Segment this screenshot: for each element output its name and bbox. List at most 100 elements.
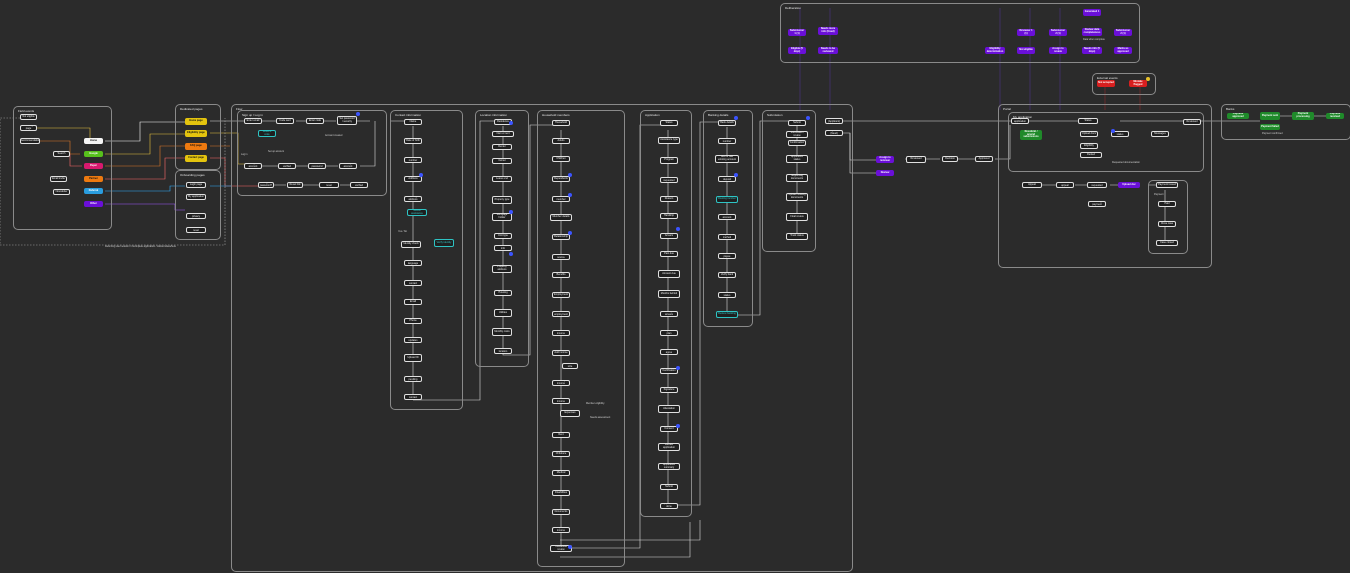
deliberation-node-assign-review[interactable]: Assign to review (1049, 47, 1067, 54)
banking-add-or-existing[interactable]: Add or use existing account (715, 155, 739, 163)
portal-upload-docs[interactable]: Upload docs (1080, 131, 1098, 137)
portal-awaiting-payment[interactable]: Awaiting payment (1088, 201, 1106, 207)
banking-confirm-account[interactable]: Confirm account (718, 214, 736, 220)
portal-paid[interactable]: Paid (1158, 201, 1176, 207)
household-relationship[interactable]: Relationship (552, 234, 570, 240)
dedicated-faq-page[interactable]: FAQ page (185, 143, 207, 150)
flow-approved[interactable]: Approved (975, 156, 993, 162)
identity-pending[interactable]: Verification pending (404, 376, 422, 382)
identity-language[interactable]: Preferred language (404, 260, 422, 266)
application-attestation[interactable]: Attestation (658, 405, 680, 413)
household-rent[interactable]: Rent (552, 432, 570, 438)
identity-check[interactable]: Identity check (401, 241, 421, 248)
onboarding-password-reset[interactable]: Password reset (186, 227, 206, 233)
banking-direct-deposit[interactable]: Direct deposit (718, 176, 736, 182)
household-member-details[interactable]: Member details (550, 214, 572, 221)
input-node-newsletter[interactable]: Newsletter (53, 189, 70, 195)
signup-resend-code[interactable]: Resend code (258, 130, 276, 137)
input-node-not-eligible[interactable]: Not eligible (20, 114, 37, 120)
identity-review-contact[interactable]: Review contact (404, 394, 422, 400)
household-income-source[interactable]: Income source (552, 254, 570, 260)
signup-set-password[interactable]: Set password / security (337, 116, 357, 125)
channel-other[interactable]: Other (84, 201, 103, 207)
application-signature[interactable]: Signature (660, 387, 678, 393)
dedicated-contact-page[interactable]: Contact page (185, 155, 207, 162)
portal-denied[interactable]: Denied (1080, 152, 1102, 158)
signup-forgot-password[interactable]: Forgot password? (258, 182, 274, 188)
onboarding-login-page[interactable]: Login page (186, 182, 206, 188)
input-node-search[interactable]: Search (53, 151, 70, 157)
channel-referral[interactable]: Referral (84, 188, 103, 194)
signup-verify-account[interactable]: Verify account (339, 163, 357, 169)
portal-messages[interactable]: Messages (1151, 131, 1169, 137)
bank-payment-processing[interactable]: Payment processing (1292, 112, 1314, 120)
submission-supporting-docs[interactable]: Supporting documents (786, 174, 808, 182)
location-renter[interactable]: Renter (492, 144, 512, 150)
portal-eligibility[interactable]: Eligibility (1080, 143, 1098, 149)
household-children[interactable]: Children (552, 156, 570, 162)
household-self-employment[interactable]: Self employment (552, 311, 570, 317)
banking-review[interactable]: Review banking (716, 311, 738, 318)
flow-rejected[interactable]: Rejected (fraud) (825, 130, 843, 136)
submission-final-review[interactable]: Final review (786, 213, 808, 221)
household-monthly-income[interactable]: Monthly income (552, 380, 570, 386)
deliberation-node-marks-approved[interactable]: Marks as approved (1114, 47, 1132, 54)
household-disabilities[interactable]: Disabilities (552, 490, 570, 496)
portal-payment-issued[interactable]: Payment issued (1156, 182, 1178, 188)
input-node-landing-page[interactable]: Landing page (20, 125, 37, 131)
location-utilities[interactable]: Utilities (494, 309, 512, 317)
application-payment-plan[interactable]: Payment plan (660, 330, 678, 336)
identity-mailing[interactable]: Mailing address (404, 196, 422, 202)
application-assistance-type[interactable]: Assistance type (658, 137, 680, 144)
household-childcare[interactable]: Childcare (552, 451, 570, 457)
location-lease-end[interactable]: Lease end (492, 176, 512, 182)
application-hardship[interactable]: Hardship (660, 213, 678, 219)
location-review[interactable]: Review location (494, 348, 512, 354)
portal-status[interactable]: Status (1078, 118, 1098, 124)
channel-home[interactable]: Home (84, 138, 103, 144)
deliberation-node-reviewer[interactable]: Reviewer 1 (1) (1017, 29, 1035, 36)
application-summary[interactable]: Application summary (658, 463, 680, 470)
banking-routing-number[interactable]: Routing number (716, 196, 738, 203)
portal-case-closed[interactable]: Case closed (1156, 240, 1178, 246)
signup-email-verified-2[interactable]: Email verified (350, 182, 368, 188)
location-property-address[interactable]: Property address (492, 265, 512, 273)
household-add-member[interactable]: Add member (552, 196, 570, 202)
application-past-due[interactable]: Past due (660, 251, 678, 257)
household-employment[interactable]: Employment (552, 292, 570, 298)
dedicated-eligibility-page[interactable]: Eligibility page (185, 130, 207, 137)
application-months-behind[interactable]: Months behind (658, 290, 680, 298)
channel-google[interactable]: Google (84, 151, 103, 157)
deliberation-node-submission-1[interactable]: Submission 1 (1) (788, 29, 806, 36)
banking-payment-method[interactable]: Payment method (718, 234, 736, 240)
location-property-type[interactable]: Property type (492, 196, 512, 204)
external-node-mistake-flagged[interactable]: Mistake flagged (1129, 80, 1147, 87)
signup-enter-password[interactable]: Enter password (308, 163, 326, 169)
identity-verify[interactable]: Verify identity (434, 239, 454, 247)
portal-upload-doc[interactable]: Upload doc (1118, 182, 1140, 188)
signup-enter-email[interactable]: Enter email (244, 118, 262, 124)
portal-my-application[interactable]: My application (1011, 118, 1029, 124)
application-amount[interactable]: Amount requested (660, 177, 678, 183)
application-arrears[interactable]: Arrears (660, 233, 678, 239)
application-reason[interactable]: Reason (660, 196, 678, 202)
application-submit[interactable]: Submit (660, 484, 678, 490)
household-upload-income[interactable]: Upload income (552, 527, 570, 533)
portal-documents-requested[interactable]: Documents requested (1087, 182, 1107, 188)
portal-go-to-bank[interactable]: Reviewed (1183, 119, 1201, 125)
submission-review[interactable]: Submission review (786, 131, 808, 138)
identity-email[interactable]: Email (404, 299, 422, 305)
dedicated-home-page[interactable]: Home page (185, 118, 207, 125)
deliberation-node-needs-info[interactable]: Needs info (5 days) (1082, 47, 1102, 54)
deliberation-node-needs-review[interactable]: Needs to be reviewed (818, 47, 838, 54)
signup-enter-code[interactable]: Enter code (306, 118, 324, 124)
deliberation-node-submission-2[interactable]: Submission 2 (1) (1049, 29, 1067, 36)
household-add-income[interactable]: Add income (552, 350, 570, 356)
identity-text-updates[interactable]: Text updates (404, 337, 422, 343)
identity-name[interactable]: Name (404, 119, 422, 125)
portal-close-case[interactable]: Close case (1158, 221, 1176, 227)
identity-contact-pref[interactable]: Preferred contact (404, 280, 422, 286)
deliberation-node-eligibility-determination[interactable]: Eligibility determination (985, 47, 1005, 54)
household-adults[interactable]: Adults (552, 138, 570, 144)
external-node-not-accepted[interactable]: Not accepted (1097, 80, 1115, 87)
